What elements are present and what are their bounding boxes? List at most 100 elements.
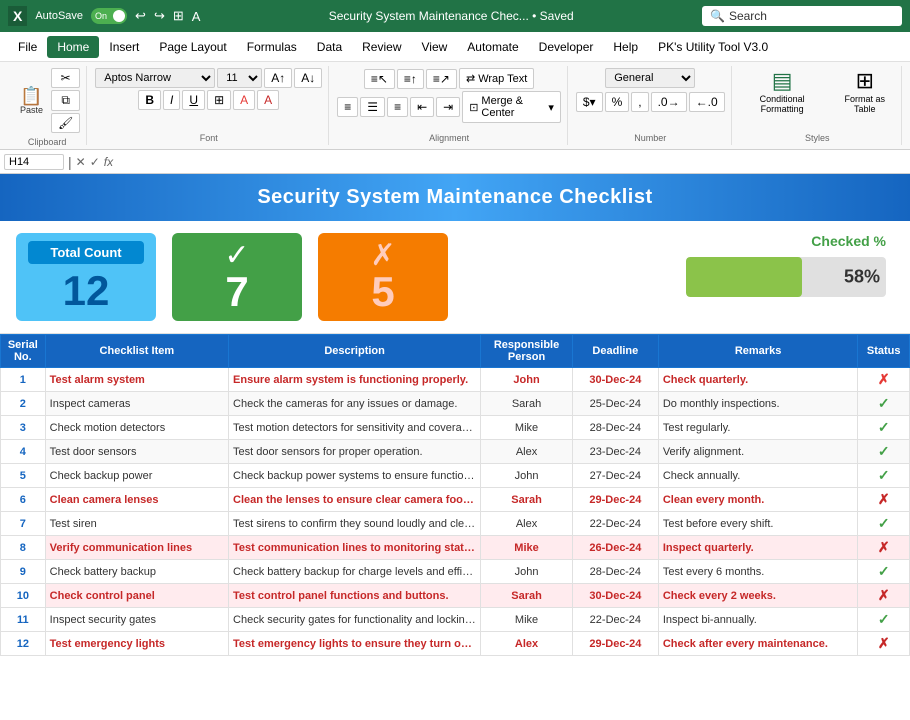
cell-serial: 7 [1,512,46,536]
menu-automate[interactable]: Automate [457,36,528,58]
cell-person: Sarah [481,392,573,416]
increase-decimal-button[interactable]: .0→ [651,92,687,112]
fill-color-button[interactable]: A [233,90,255,110]
decrease-indent-button[interactable]: ⇤ [410,97,434,117]
cell-status: ✗ [858,632,910,656]
format-table-icon: ⊞ [856,68,874,94]
number-format-select[interactable]: General [605,68,695,88]
menu-formulas[interactable]: Formulas [237,36,307,58]
cell-desc: Check the cameras for any issues or dama… [229,392,481,416]
title-bar: X AutoSave On ↩ ↪ ⊞ A Security System Ma… [0,0,910,32]
col-item-header: Checklist Item [45,335,228,368]
menu-insert[interactable]: Insert [99,36,149,58]
cell-reference-input[interactable] [4,154,64,170]
cell-desc: Test emergency lights to ensure they tur… [229,632,481,656]
undo-icon[interactable]: ↩ [135,8,146,24]
toggle-knob [113,10,125,22]
font-name-select[interactable]: Aptos Narrow [95,68,215,88]
wrap-label: Wrap Text [478,73,527,85]
paste-icon: 📋 [20,87,42,105]
cell-person: John [481,464,573,488]
cut-button[interactable]: ✂ [51,68,80,88]
menu-home[interactable]: Home [47,36,99,58]
cancel-formula-icon[interactable]: ✕ [76,155,86,169]
kpi-percent-value: 58% [844,267,880,288]
merge-icon: ⊡ [469,101,478,114]
cell-item: Clean camera lenses [45,488,228,512]
number-group: General $▾ % , .0→ ←.0 Number [570,66,732,145]
decrease-decimal-button[interactable]: ←.0 [689,92,725,112]
x-icon: ✗ [370,241,395,271]
excel-logo: X [8,6,27,26]
kpi-total-label: Total Count [28,241,144,264]
menu-file[interactable]: File [8,36,47,58]
cond-format-label: Conditional Formatting [740,94,825,114]
table-body: 1 Test alarm system Ensure alarm system … [1,368,910,656]
table-row: 8 Verify communication lines Test commun… [1,536,910,560]
menu-page-layout[interactable]: Page Layout [149,36,236,58]
increase-indent-button[interactable]: ⇥ [436,97,460,117]
align-right-button[interactable]: ≡ [387,97,408,117]
cond-format-icon: ▤ [772,68,793,94]
formula-bar-separator: | [68,154,72,170]
cell-remarks: Check quarterly. [658,368,858,392]
format-painter-button[interactable]: 🖌 [51,113,80,133]
underline-button[interactable]: U [182,90,205,110]
align-top-center-button[interactable]: ≡↑ [397,69,424,89]
comma-button[interactable]: , [631,92,648,112]
font-color-icon[interactable]: A [192,9,201,24]
font-size-select[interactable]: 11 [217,68,262,88]
col-serial-header: Serial No. [1,335,46,368]
cell-serial: 8 [1,536,46,560]
align-center-button[interactable]: ☰ [360,97,385,117]
cell-serial: 2 [1,392,46,416]
styles-buttons: ▤ Conditional Formatting ⊞ Format as Tab… [740,68,895,114]
confirm-formula-icon[interactable]: ✓ [90,155,100,169]
col-desc-header: Description [229,335,481,368]
menu-data[interactable]: Data [307,36,352,58]
cell-item: Verify communication lines [45,536,228,560]
cell-remarks: Check annually. [658,464,858,488]
menu-review[interactable]: Review [352,36,411,58]
wrap-text-button[interactable]: ⇄ Wrap Text [459,68,534,89]
ribbon: 📋 Paste ✂ ⧉ 🖌 Clipboard Aptos Narrow 11 … [0,62,910,150]
percent-button[interactable]: % [605,92,630,112]
redo-icon[interactable]: ↪ [154,8,165,24]
align-top-right-button[interactable]: ≡↗ [426,69,457,89]
insert-function-icon[interactable]: fx [104,155,113,169]
toggle-state: On [95,11,107,21]
decrease-font-button[interactable]: A↓ [294,68,322,88]
increase-font-button[interactable]: A↑ [264,68,292,88]
italic-button[interactable]: I [163,90,180,110]
currency-button[interactable]: $▾ [576,92,603,112]
cell-status: ✗ [858,584,910,608]
kpi-row: Total Count 12 ✓ 7 ✗ 5 Checked % 58% [0,221,910,334]
format-as-table-button[interactable]: ⊞ Format as Table [835,68,895,114]
font-color-button[interactable]: A [257,90,279,110]
cell-desc: Check security gates for functionality a… [229,608,481,632]
cell-person: Sarah [481,488,573,512]
menu-help[interactable]: Help [603,36,648,58]
cell-remarks: Test every 6 months. [658,560,858,584]
clipboard-buttons: 📋 Paste ✂ ⧉ 🖌 [14,68,80,133]
formula-input[interactable] [117,154,906,170]
autosave-toggle[interactable]: On [91,8,127,24]
align-top-left-button[interactable]: ≡↖ [364,69,395,89]
copy-button[interactable]: ⧉ [51,90,80,111]
table-row: 11 Inspect security gates Check security… [1,608,910,632]
grid-icon[interactable]: ⊞ [173,8,184,24]
paste-button[interactable]: 📋 Paste [14,83,49,119]
merge-center-button[interactable]: ⊡ Merge & Center ▾ [462,91,561,123]
search-box[interactable]: 🔍 Search [702,6,902,26]
menu-pks-utility[interactable]: PK's Utility Tool V3.0 [648,36,778,58]
menu-view[interactable]: View [412,36,458,58]
cell-deadline: 29-Dec-24 [572,488,658,512]
menu-developer[interactable]: Developer [529,36,604,58]
conditional-formatting-button[interactable]: ▤ Conditional Formatting [740,68,825,114]
cell-desc: Test communication lines to monitoring s… [229,536,481,560]
border-button[interactable]: ⊞ [207,90,231,110]
align-left-button[interactable]: ≡ [337,97,358,117]
cell-item: Test door sensors [45,440,228,464]
cell-item: Check backup power [45,464,228,488]
bold-button[interactable]: B [138,90,161,110]
